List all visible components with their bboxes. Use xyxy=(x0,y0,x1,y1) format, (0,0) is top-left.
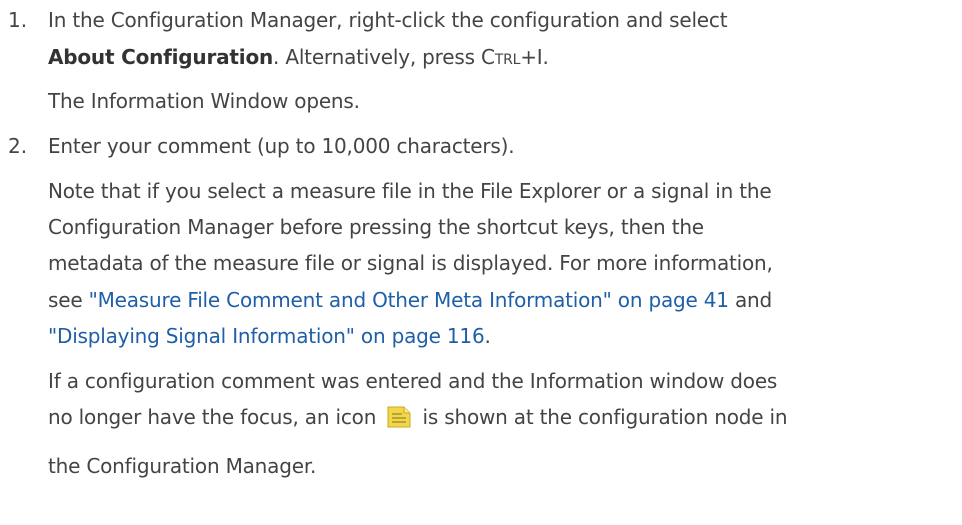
period: . xyxy=(484,324,491,348)
comment-line-2-post: is shown at the configuration node in xyxy=(422,405,788,429)
step-2-instruction: Enter your comment (up to 10,000 charact… xyxy=(48,134,515,158)
step-1-result: The Information Window opens. xyxy=(48,89,360,113)
comment-line-2-pre: no longer have the focus, an icon xyxy=(48,405,377,429)
note-line-2: Configuration Manager before pressing th… xyxy=(48,215,704,239)
period: . xyxy=(542,45,549,69)
link-measure-file-comment[interactable]: "Measure File Comment and Other Meta Inf… xyxy=(89,288,729,312)
note-line-3: metadata of the measure file or signal i… xyxy=(48,251,773,275)
note-line-1: Note that if you select a measure file i… xyxy=(48,179,772,203)
step-1-alt-text: . Alternatively, press xyxy=(273,45,481,69)
shortcut-key: Ctrl+I xyxy=(480,45,543,69)
and-text: and xyxy=(728,288,773,312)
step-number: 2. xyxy=(8,134,28,158)
comment-line-2: no longer have the focus, an icon is sho… xyxy=(48,403,788,431)
note-line-5: "Displaying Signal Information" on page … xyxy=(48,322,491,350)
comment-line-3: the Configuration Manager. xyxy=(48,454,317,478)
menu-item-about-configuration: About Configuration xyxy=(48,45,274,69)
note-line-4: see "Measure File Comment and Other Meta… xyxy=(48,286,772,314)
comment-line-1: If a configuration comment was entered a… xyxy=(48,369,778,393)
step-number: 1. xyxy=(8,8,28,32)
step-1-line-2: About Configuration. Alternatively, pres… xyxy=(48,43,549,71)
document-page: 1. In the Configuration Manager, right-c… xyxy=(0,0,962,525)
see-prefix: see xyxy=(48,288,89,312)
step-1-line-1: In the Configuration Manager, right-clic… xyxy=(48,8,728,32)
note-icon xyxy=(384,404,414,430)
link-displaying-signal-information[interactable]: "Displaying Signal Information" on page … xyxy=(48,324,485,348)
